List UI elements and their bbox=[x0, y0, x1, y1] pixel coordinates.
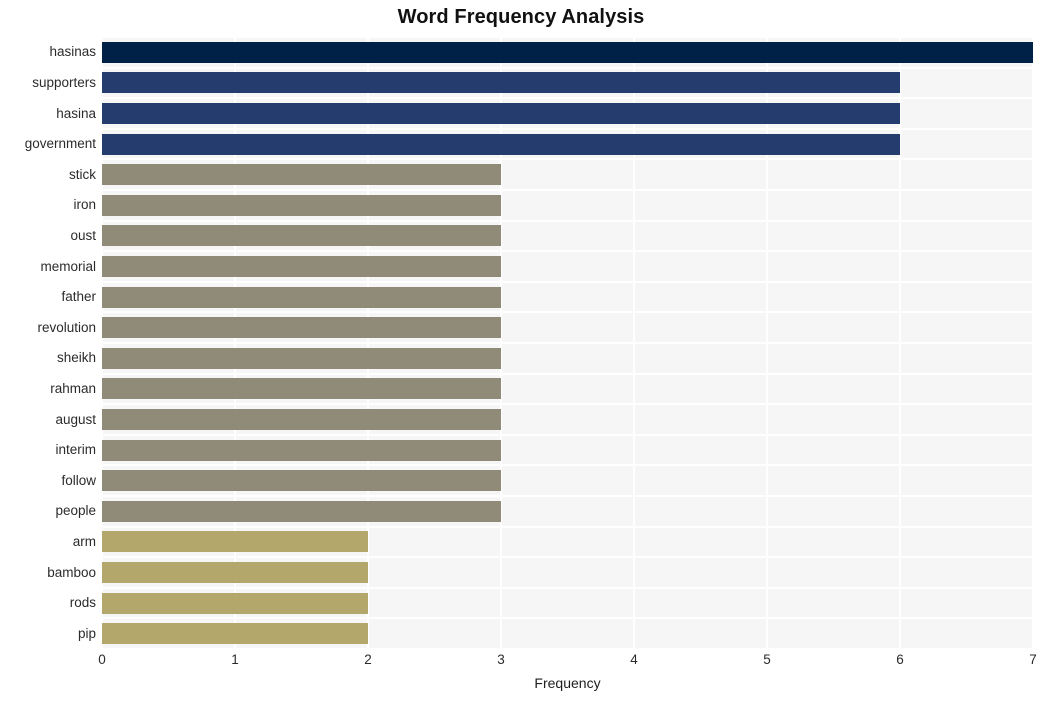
chart-title: Word Frequency Analysis bbox=[397, 6, 645, 28]
y-axis-tick-label: people bbox=[55, 503, 96, 519]
y-axis-tick-label: father bbox=[61, 289, 96, 305]
bar bbox=[102, 409, 501, 430]
gridline-horizontal bbox=[102, 495, 1033, 497]
gridline-horizontal bbox=[102, 158, 1033, 161]
gridline-horizontal bbox=[102, 66, 1033, 69]
y-axis-tick-label: arm bbox=[72, 533, 96, 549]
y-axis-tick-label: supporters bbox=[32, 74, 96, 90]
plot-area bbox=[101, 36, 1034, 650]
bar bbox=[102, 225, 501, 247]
x-axis-tick-label: 7 bbox=[1029, 652, 1037, 667]
y-axis-tick-label: pip bbox=[77, 625, 96, 641]
y-axis-tick-label: rahman bbox=[50, 380, 96, 396]
y-axis-tick-label: oust bbox=[70, 227, 96, 243]
gridline-horizontal bbox=[102, 586, 1033, 589]
y-axis-tick-label: hasinas bbox=[49, 44, 96, 60]
bar bbox=[102, 378, 501, 400]
gridline-horizontal bbox=[102, 311, 1033, 314]
gridline-horizontal bbox=[102, 617, 1033, 620]
gridline-horizontal bbox=[102, 525, 1033, 528]
gridline-horizontal bbox=[102, 403, 1033, 406]
y-axis-tick-label: stick bbox=[69, 166, 96, 182]
gridline-horizontal bbox=[102, 433, 1033, 436]
gridline-horizontal bbox=[102, 556, 1033, 559]
y-axis-tick-label: memorial bbox=[40, 258, 96, 274]
y-axis-tick-label: interim bbox=[55, 442, 96, 458]
x-axis-tick-labels: 0 1 2 3 4 5 6 7 bbox=[0, 652, 1042, 672]
y-axis-tick-label: iron bbox=[73, 197, 96, 213]
x-axis-tick-label: 5 bbox=[763, 652, 771, 667]
bar bbox=[102, 164, 501, 186]
y-axis-tick-label: follow bbox=[61, 472, 96, 488]
bar bbox=[102, 41, 1033, 63]
bar bbox=[102, 103, 900, 124]
x-axis-tick-label: 2 bbox=[364, 652, 372, 667]
bar bbox=[102, 531, 368, 553]
bar bbox=[102, 439, 501, 461]
x-axis-tick-label: 6 bbox=[896, 652, 904, 667]
y-axis-tick-label: sheikh bbox=[56, 350, 96, 366]
x-axis-tick-label: 0 bbox=[98, 652, 106, 667]
gridline-horizontal bbox=[102, 280, 1033, 283]
y-axis-tick-label: revolution bbox=[37, 319, 96, 335]
bar bbox=[102, 133, 900, 155]
gridline-horizontal bbox=[102, 97, 1033, 100]
bar bbox=[102, 347, 501, 369]
gridline-horizontal bbox=[102, 372, 1033, 375]
gridline-horizontal bbox=[102, 36, 1033, 38]
y-axis-tick-labels: hasinas supporters hasina government stick ir… bbox=[0, 37, 96, 649]
gridline-horizontal bbox=[102, 648, 1033, 650]
gridline-horizontal bbox=[102, 464, 1033, 467]
gridline-horizontal bbox=[102, 219, 1033, 222]
gridline-horizontal bbox=[102, 250, 1033, 253]
bar bbox=[102, 317, 501, 339]
x-axis-tick-label: 3 bbox=[497, 652, 505, 667]
x-axis-title: Frequency bbox=[534, 675, 601, 691]
gridline-horizontal bbox=[102, 342, 1033, 344]
bar bbox=[102, 470, 501, 492]
y-axis-tick-label: hasina bbox=[56, 105, 96, 121]
x-axis-tick-label: 4 bbox=[630, 652, 638, 667]
bar bbox=[102, 500, 501, 522]
bar bbox=[102, 256, 501, 277]
bar bbox=[102, 72, 900, 94]
y-axis-tick-label: rods bbox=[69, 595, 96, 611]
y-axis-tick-label: august bbox=[55, 411, 96, 427]
y-axis-tick-label: government bbox=[24, 136, 96, 152]
gridline-horizontal bbox=[102, 127, 1033, 130]
bar bbox=[102, 592, 368, 614]
y-axis-tick-label: bamboo bbox=[47, 564, 96, 580]
bar bbox=[102, 562, 368, 583]
word-frequency-chart: Word Frequency Analysis hasinas supporter… bbox=[0, 0, 1042, 701]
gridline-horizontal bbox=[102, 189, 1033, 191]
x-axis-tick-label: 1 bbox=[231, 652, 239, 667]
bar bbox=[102, 286, 501, 308]
bar bbox=[102, 194, 501, 216]
bar bbox=[102, 623, 368, 645]
